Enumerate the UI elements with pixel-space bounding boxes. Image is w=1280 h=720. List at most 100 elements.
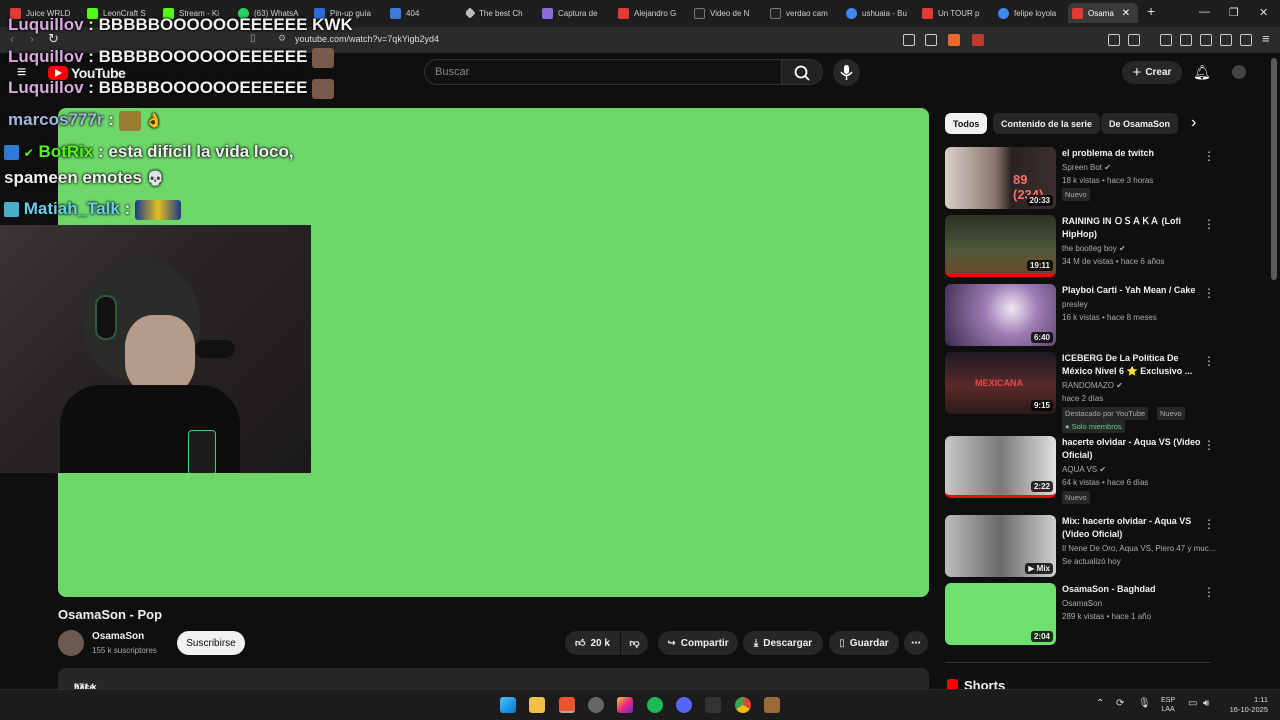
language-indicator[interactable]: ESP LAA [1161,696,1175,714]
channel-name[interactable]: the bootleg boy ✔ [1062,244,1126,253]
voice-search-button[interactable] [833,59,860,86]
new-tab-icon[interactable]: + [1147,3,1155,19]
microphone-tray-icon[interactable]: 🎙︎ [1138,698,1151,709]
video-thumbnail[interactable]: 89 (234)20:33 [945,147,1056,209]
account-avatar[interactable] [1232,65,1246,79]
minimize-icon[interactable]: — [1199,6,1210,18]
like-button[interactable]: 👍︎ 20 k [565,631,620,655]
browser-tab[interactable]: Video de N [694,3,758,23]
windows-start-icon[interactable] [500,697,516,713]
browser-tab[interactable]: felipe loyola [998,3,1062,23]
channel-name[interactable]: Il Nene De Oro, Aqua VS, Piero 47 y muc.… [1062,544,1215,553]
network-icon[interactable]: ▭ [1188,698,1197,709]
chip-from-channel[interactable]: De OsamaSon [1101,113,1179,134]
wallet-icon[interactable] [1200,34,1212,46]
video-title[interactable]: Mix: hacerte olvidar - Aqua VS (Video Of… [1062,515,1202,541]
video-thumbnail[interactable]: 19:11 [945,215,1056,277]
browser-tab[interactable]: ushuaia - Bu [846,3,910,23]
verified-icon: ✔ [1118,244,1126,253]
thumbnail-overlay-text: MEXICANA [975,378,1024,388]
share-arrow-icon: ↪ [667,637,676,649]
browser-tab[interactable]: Captura de [542,3,612,23]
file-explorer-icon[interactable] [529,697,545,713]
channel-name[interactable]: OsamaSon [92,631,144,642]
minecraft-icon[interactable] [764,697,780,713]
cast-icon[interactable] [903,34,915,46]
notifications-bell-icon[interactable]: 🔔︎ [1193,64,1211,81]
volume-icon[interactable]: 🔊︎ [1203,698,1209,709]
video-thumbnail[interactable]: ▶ Mix [945,515,1056,577]
clock[interactable]: 1:11 16-10-2025 [1222,695,1268,715]
dislike-button[interactable]: 👎︎ [621,631,648,655]
video-title[interactable]: Playboi Carti - Yah Mean / Cake [1062,284,1202,297]
chip-all[interactable]: Todos [945,113,988,134]
more-vertical-icon[interactable]: ⋮ [1203,354,1215,368]
steam-icon[interactable] [705,697,721,713]
share-icon[interactable] [925,34,937,46]
save-button[interactable]: ▯ Guardar [829,631,899,655]
chrome-icon[interactable] [735,697,751,713]
video-title[interactable]: OsamaSon - Baghdad [1062,583,1202,596]
channel-name[interactable]: AQUA VS ✔ [1062,465,1106,474]
channel-name[interactable]: RANDOMAZO ✔ [1062,381,1123,390]
video-thumbnail[interactable]: MEXICANA 9:15 [945,352,1056,414]
discord-icon[interactable] [676,697,692,713]
create-button[interactable]: + Crear [1122,61,1182,84]
maximize-icon[interactable]: ❐ [1229,6,1239,19]
browser-tab[interactable]: Alejandro G [618,3,688,23]
channel-name[interactable]: Spreen Bot ✔ [1062,163,1111,172]
video-thumbnail[interactable]: 6:40 [945,284,1056,346]
menu-icon[interactable]: ≡ [1262,31,1270,46]
more-vertical-icon[interactable]: ⋮ [1203,217,1215,231]
brave-shield-icon[interactable] [948,34,960,46]
tab-label: Alejandro G [634,8,677,18]
chevron-up-icon[interactable]: ⌃ [1096,698,1104,709]
sync-icon[interactable]: ⟳ [1116,698,1124,709]
chat-username: BotRix [38,142,94,161]
page-scrollbar[interactable] [1271,58,1277,280]
chip-series[interactable]: Contenido de la serie [993,113,1101,134]
more-vertical-icon[interactable]: ⋮ [1203,438,1215,452]
chevron-right-icon[interactable]: › [1191,114,1196,132]
channel-avatar[interactable] [58,630,84,656]
search-input[interactable]: Buscar [424,59,782,85]
leo-ai-icon[interactable] [1220,34,1232,46]
url-field[interactable]: youtube.com/watch?v=7qkYigb2yd4 [295,34,439,44]
video-title[interactable]: el problema de twitch [1062,147,1202,160]
video-title[interactable]: RAINING IN ＯＳＡＫＡ (Lofi HipHop) [1062,215,1202,241]
browser-tab[interactable]: 404 [390,3,460,23]
download-button[interactable]: ⤓ Descargar [743,631,823,655]
hand-emoji-icon: 👌 [145,112,163,128]
subscribe-button[interactable]: Suscribirse [177,631,245,655]
app-icon[interactable] [588,697,604,713]
vpn-icon[interactable] [1240,34,1252,46]
browser-tab[interactable]: verdao cam [770,3,834,23]
close-tab-icon[interactable]: ✕ [1122,8,1130,19]
instagram-icon[interactable] [617,697,633,713]
video-title[interactable]: ICEBERG De La Política De México Nivel 6… [1062,352,1202,378]
channel-name[interactable]: OsamaSon [1062,599,1102,608]
more-vertical-icon[interactable]: ⋮ [1203,517,1215,531]
spotify-icon[interactable] [647,697,663,713]
sidebar-icon[interactable] [1180,34,1192,46]
subscriber-count: 155 k suscriptores [92,646,157,655]
more-vertical-icon[interactable]: ⋮ [1203,585,1215,599]
video-title[interactable]: hacerte olvidar - Aqua VS (Video Oficial… [1062,436,1202,462]
video-thumbnail[interactable]: 2:22 [945,436,1056,498]
extensions-icon[interactable] [1108,34,1120,46]
more-vertical-icon[interactable]: ⋮ [1203,149,1215,163]
media-icon[interactable] [1160,34,1172,46]
close-window-icon[interactable]: ✕ [1259,6,1268,19]
brave-browser-icon[interactable] [559,697,575,713]
more-actions-button[interactable]: ⋯ [904,631,928,655]
browser-tab[interactable]: Un TOUR p [922,3,986,23]
brave-rewards-icon[interactable] [972,34,984,46]
browser-tab-active[interactable]: Osama ✕ [1068,3,1138,23]
share-button[interactable]: ↪ Compartir [658,631,738,655]
channel-name[interactable]: presley [1062,300,1088,309]
search-button[interactable] [781,59,823,85]
more-vertical-icon[interactable]: ⋮ [1203,286,1215,300]
screenshot-icon[interactable] [1128,34,1140,46]
browser-tab[interactable]: The best Ch [466,3,536,23]
video-thumbnail[interactable]: 2:04 [945,583,1056,645]
